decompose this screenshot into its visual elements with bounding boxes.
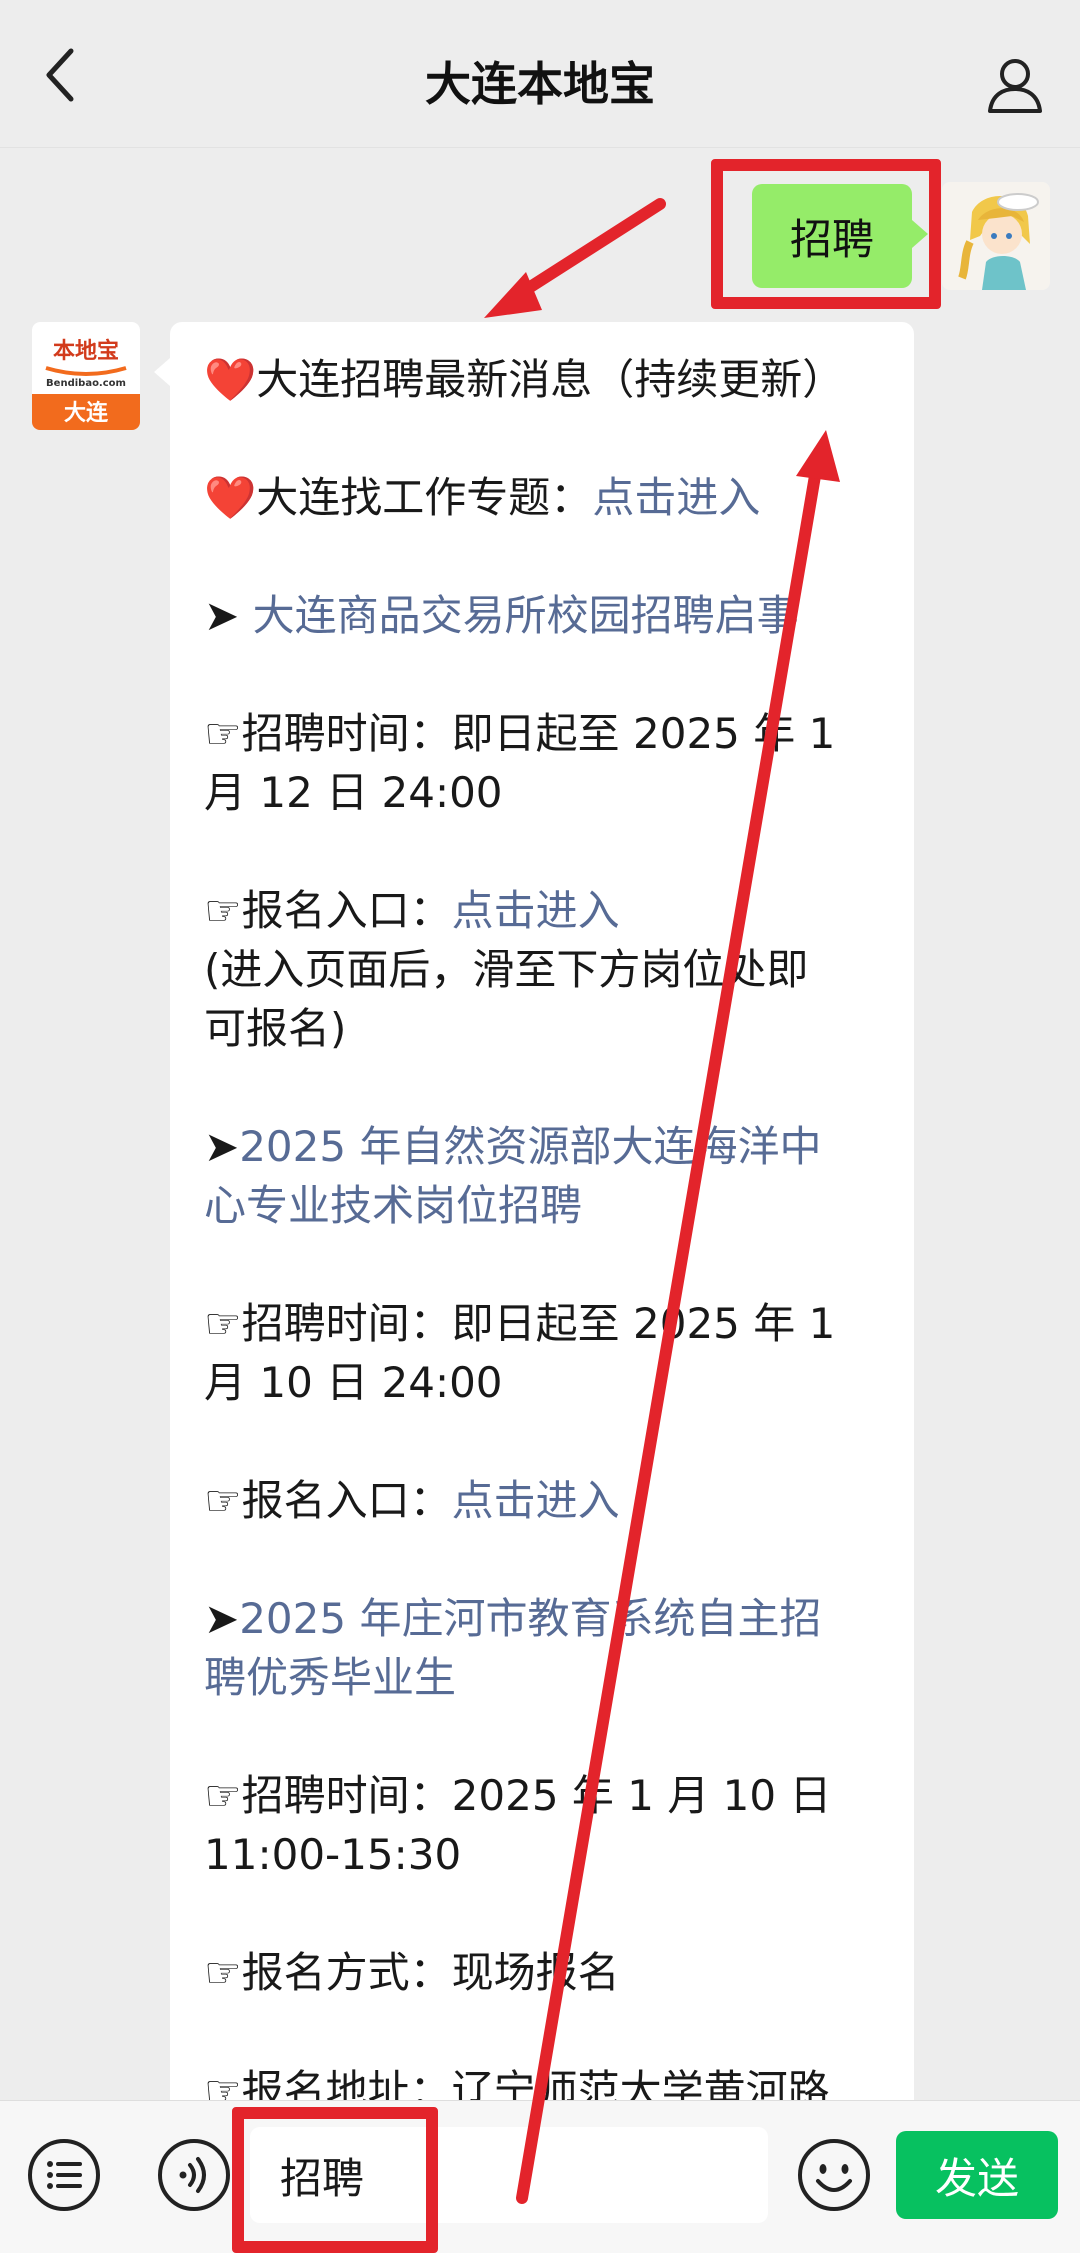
bendibao-logo: 本地宝 Bendibao.com 大连 [32,322,140,430]
pointing-hand-icon: ☞ [204,1771,242,1820]
headline-text: 大连招聘最新消息（持续更新） [256,355,845,404]
user-avatar[interactable] [942,182,1050,290]
job-time-text: 招聘时间：2025 年 1 月 10 日 [241,1771,832,1820]
pointing-hand-icon: ☞ [204,1299,242,1348]
job-title-link[interactable]: 大连商品交易所校园招聘启事 [253,591,799,640]
job-time-line-2: 11:00-15:30 [204,1830,462,1879]
topic-label: 大连找工作专题： [256,473,593,522]
job-time-line-2: 月 10 日 24:00 [204,1358,503,1407]
apply-link[interactable]: 点击进入 [452,886,620,935]
voice-icon [158,2139,230,2211]
job-title-link[interactable]: 2025 年自然资源部大连海洋中 [239,1122,821,1171]
job-title-line: ➤2025 年自然资源部大连海洋中 [204,1117,884,1176]
apply-link[interactable]: 点击进入 [452,1476,620,1525]
job-time-text: 招聘时间：即日起至 2025 年 1 [241,1299,836,1348]
heart-icon: ❤️ [204,473,257,522]
job-apply-line: ☞报名入口：点击进入 [204,1471,884,1530]
input-bar: 招聘 发送 [0,2100,1080,2253]
chat-area[interactable]: 招聘 本地宝 Bendibao.com 大连 ❤️大连招聘最新消息（持续更新） [0,150,1080,2100]
list-icon [28,2139,100,2211]
anime-avatar-image [942,182,1050,290]
job-apply-line: ☞报名入口：点击进入 [204,881,884,940]
smiley-icon [798,2139,870,2211]
logo-city-text: 大连 [64,400,109,426]
logo-text: 本地宝 [53,338,119,364]
job-title-link[interactable]: 2025 年庄河市教育系统自主招 [239,1594,821,1643]
job-title-line: ➤ 大连商品交易所校园招聘启事 [204,586,884,645]
pointing-hand-icon: ☞ [204,886,242,935]
person-icon [988,59,1042,113]
job-method-line: ☞报名方式：现场报名 [204,1943,884,2002]
pointing-hand-icon: ☞ [204,1948,242,1997]
send-button[interactable]: 发送 [896,2131,1058,2219]
job-time-line: ☞招聘时间：即日起至 2025 年 1 [204,704,884,763]
emoji-button[interactable] [796,2137,872,2213]
job-time-text: 招聘时间：即日起至 2025 年 1 [241,709,836,758]
job-time-line: ☞招聘时间：即日起至 2025 年 1 [204,1294,884,1353]
job-note-line-2: 可报名) [204,1004,347,1053]
job-address-line: ☞报名地址：辽宁师范大学黄河路 [204,2061,884,2100]
pointing-hand-icon: ☞ [204,1476,242,1525]
arrow-icon: ➤ [204,1122,240,1171]
page-title: 大连本地宝 [425,57,655,111]
menu-button[interactable] [26,2137,102,2213]
message-line: ❤️大连招聘最新消息（持续更新） [204,350,884,409]
logo-domain-text: Bendibao.com [46,378,126,389]
top-bar: 大连本地宝 [0,0,1080,148]
profile-button[interactable] [980,50,1050,120]
job-time-line: ☞招聘时间：2025 年 1 月 10 日 [204,1766,884,1825]
job-address-text: 报名地址：辽宁师范大学黄河路 [241,2066,830,2100]
arrow-icon: ➤ [204,1594,240,1643]
job-title-line: ➤2025 年庄河市教育系统自主招 [204,1589,884,1648]
bot-message-bubble[interactable]: ❤️大连招聘最新消息（持续更新） ❤️大连找工作专题：点击进入 ➤ 大连商品交易… [154,322,914,2100]
job-note-line: (进入页面后，滑至下方岗位处即 [204,945,809,994]
highlight-box-user-message [711,159,941,309]
job-method-text: 报名方式：现场报名 [241,1948,620,1997]
arrow-icon: ➤ [204,591,240,640]
pointing-hand-icon: ☞ [204,2066,242,2100]
job-title-link-2[interactable]: 聘优秀毕业生 [204,1648,884,1707]
message-line: ❤️大连找工作专题：点击进入 [204,468,884,527]
apply-label: 报名入口： [241,1476,452,1525]
bot-avatar[interactable]: 本地宝 Bendibao.com 大连 [32,322,140,430]
job-title-link-2[interactable]: 心专业技术岗位招聘 [204,1176,884,1235]
pointing-hand-icon: ☞ [204,709,242,758]
topic-link[interactable]: 点击进入 [592,473,760,522]
heart-icon: ❤️ [204,355,257,404]
apply-label: 报名入口： [241,886,452,935]
highlight-box-input [232,2107,438,2253]
voice-button[interactable] [156,2137,232,2213]
job-time-line-2: 月 12 日 24:00 [204,768,503,817]
